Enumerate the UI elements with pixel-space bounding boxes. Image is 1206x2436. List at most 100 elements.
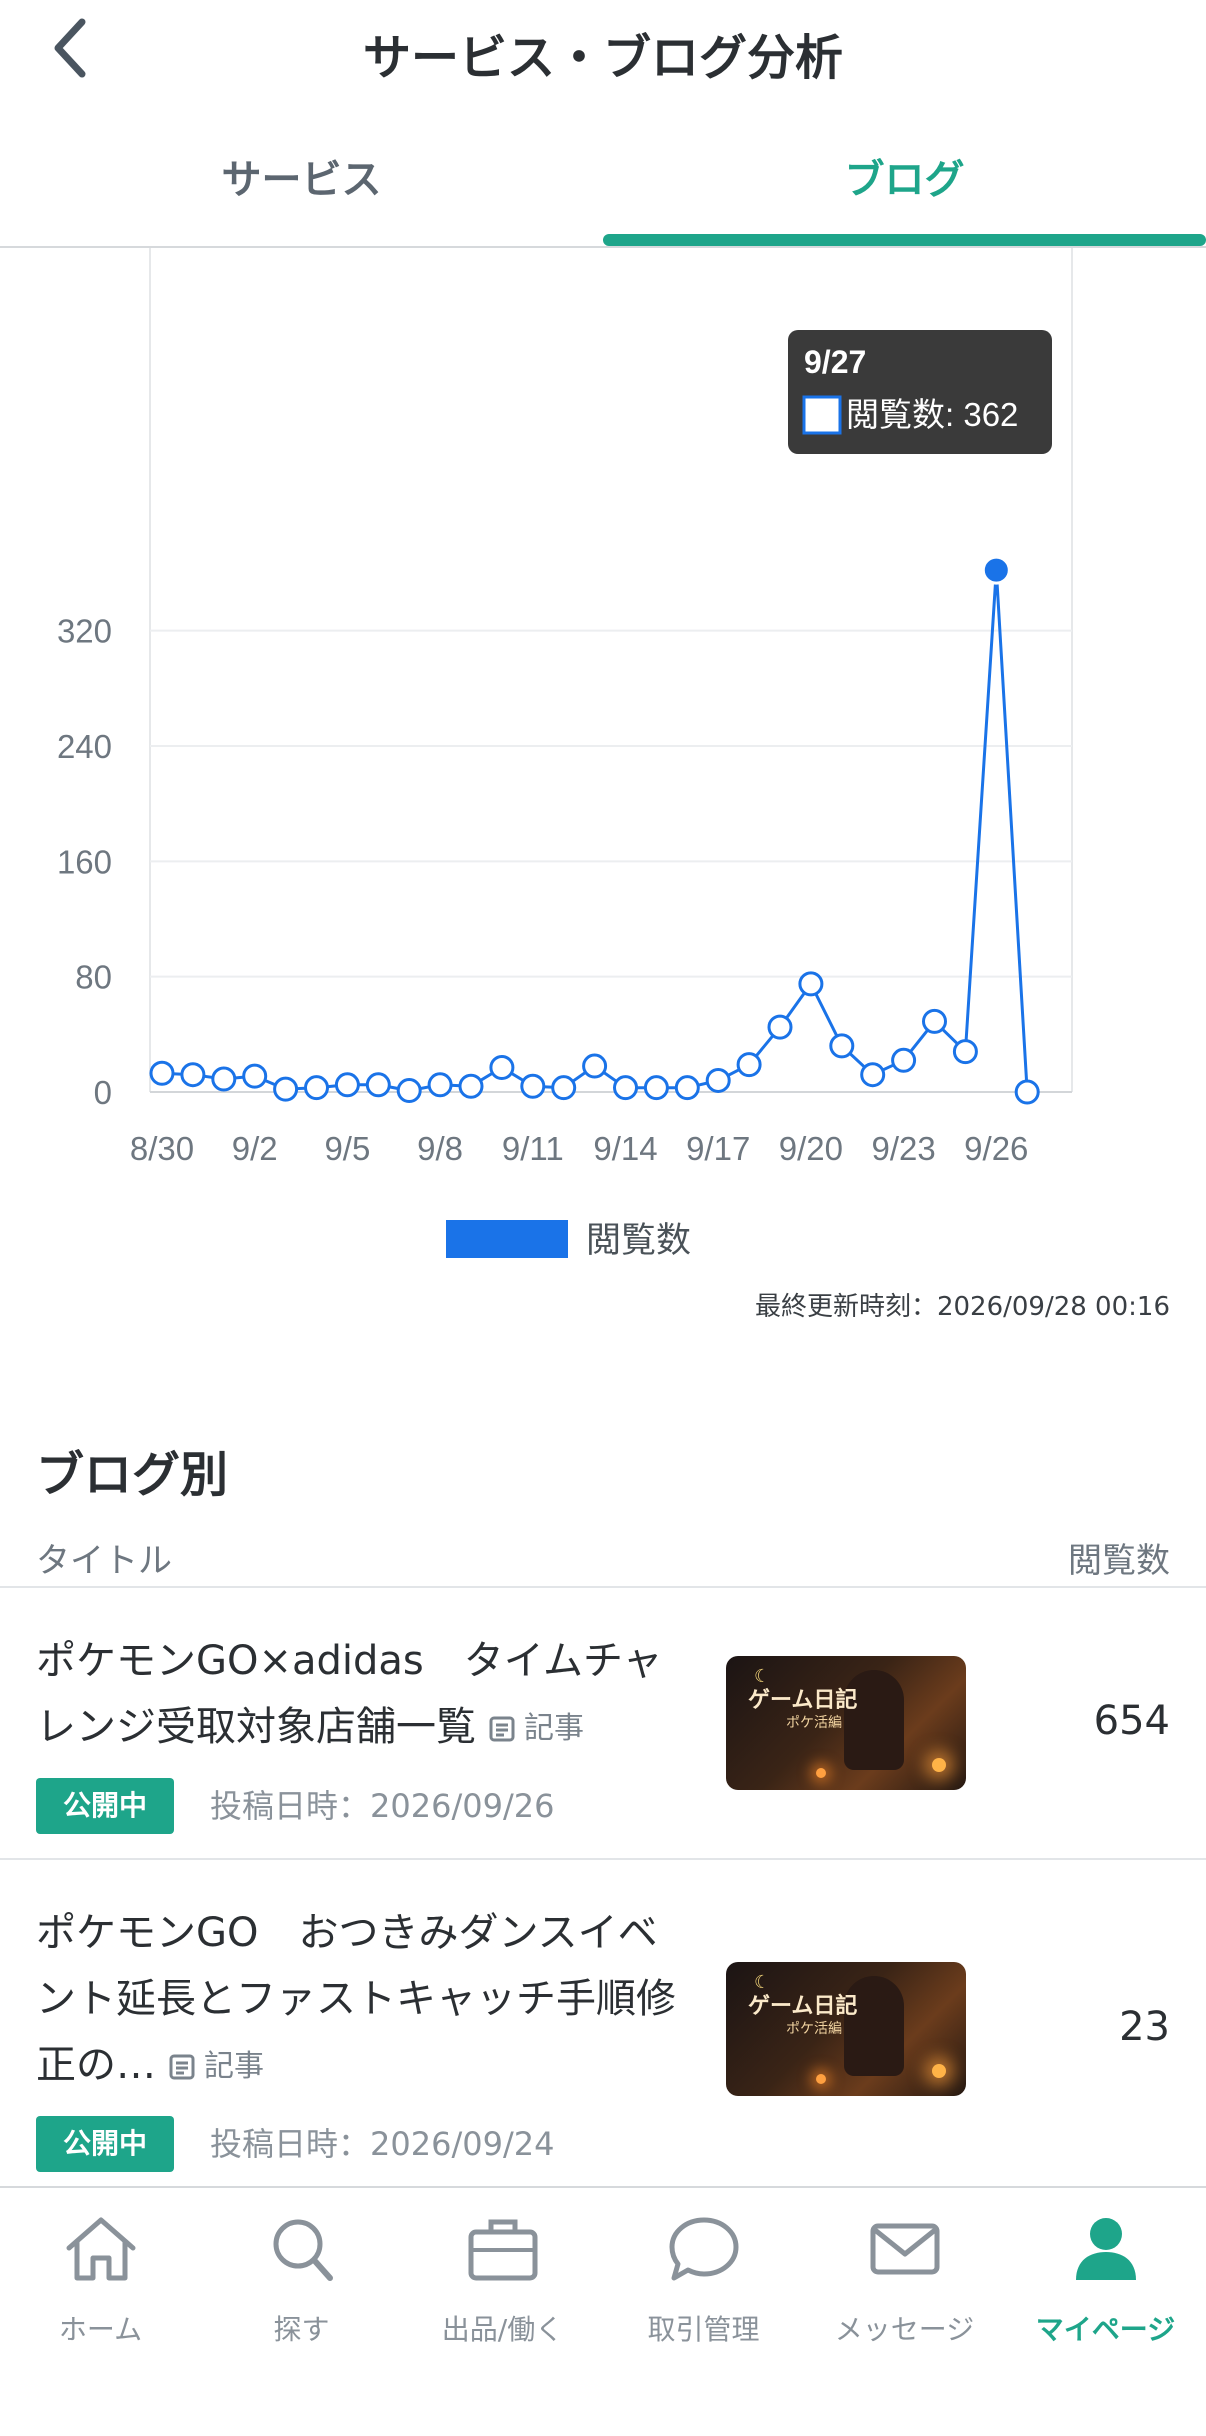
candle-light [816,2074,826,2084]
y-tick-label: 160 [57,843,112,880]
nav-home[interactable]: ホーム [0,2188,201,2378]
thumbnail-title: ゲーム日記 [748,1688,858,1713]
nav-messages[interactable]: メッセージ [804,2188,1005,2378]
nav-search[interactable]: 探す [201,2188,402,2378]
thumbnail-subtitle: ポケ活編 [786,1715,842,1731]
x-tick-label: 9/14 [593,1130,657,1167]
x-tick-label: 9/5 [324,1130,370,1167]
blog-title: ポケモンGO おつきみダンスイベント延長とファストキャッチ手順修正の… 記事 [36,1900,676,2100]
data-point [427,1072,453,1098]
data-point [767,1014,793,1040]
search-icon [273,2219,333,2281]
data-point [705,1067,731,1093]
x-tick-label: 9/26 [964,1130,1028,1167]
tooltip-date: 9/27 [804,344,866,380]
post-date: 投稿日時：2026/09/26 [210,1787,555,1825]
nav-label: マイページ [1035,2313,1176,2346]
page-title: サービス・ブログ分析 [362,30,843,86]
data-point [304,1075,329,1101]
legend-label: 閲覧数 [586,1221,691,1260]
candle-light [816,1768,826,1778]
data-point [582,1053,608,1079]
article-type: 記事 [488,1696,584,1762]
nav-label: 取引管理 [647,2313,760,2346]
nav-label: 探す [273,2313,330,2346]
mail-icon [870,2223,939,2275]
data-point [613,1075,638,1101]
view-count: 654 [1093,1698,1170,1744]
view-count: 23 [1119,2004,1170,2050]
tooltip-swatch [802,395,842,435]
data-point [1014,1079,1040,1105]
nav-label: メッセージ [834,2313,975,2346]
views-chart: 0 80 160 240 320 8/30 9/2 9/5 9/8 9/11 9/14 9/17 9/2… [0,248,1206,1298]
data-point [922,1008,947,1034]
table-row[interactable]: ポケモンGO おつきみダンスイベント延長とファストキャッチ手順修正の… 記事 公開… [0,1860,1206,2186]
data-point [520,1073,546,1099]
table-row[interactable]: ポケモンGO×adidas タイムチャレンジ受取対象店舗一覧 記事 公開中 投稿日… [0,1588,1206,1858]
bottom-nav: ホーム 探す 出品/働く 取引管理 メッセージ マイページ [0,2186,1206,2436]
chat-bubble-icon [669,2217,738,2281]
data-point [211,1066,237,1092]
data-point [551,1075,577,1101]
data-point [365,1072,391,1098]
data-point [273,1076,299,1102]
x-tick-label: 9/17 [686,1130,750,1167]
tab-blog[interactable]: ブログ [603,130,1206,246]
y-tick-label: 0 [94,1074,112,1111]
blog-title: ポケモンGO×adidas タイムチャレンジ受取対象店舗一覧 記事 [36,1628,676,1762]
section-title: ブログ別 [36,1447,229,1503]
data-point [674,1075,700,1101]
nav-mypage[interactable]: マイページ [1005,2188,1206,2378]
x-tick-label: 8/30 [130,1130,194,1167]
article-type: 記事 [168,2034,264,2100]
legend-swatch [446,1220,568,1258]
x-tick-label: 9/20 [779,1130,843,1167]
document-icon [489,1716,515,1742]
data-point [458,1073,484,1099]
nav-label: ホーム [58,2313,143,2346]
candle-light [932,1758,946,1772]
data-point [149,1060,175,1086]
y-tick-label: 320 [57,613,112,650]
blog-title-text: ポケモンGO おつきみダンスイベント延長とファストキャッチ手順修正の… [36,1910,676,2088]
data-point [829,1033,855,1059]
tab-service[interactable]: サービス [0,130,603,246]
x-tick-label: 9/2 [232,1130,278,1167]
status-badge: 公開中 [36,2116,174,2172]
data-point [891,1047,917,1073]
data-point [952,1039,978,1065]
thumbnail-title: ゲーム日記 [748,1994,858,2019]
tab-bar: サービス ブログ [0,130,1206,248]
column-header-title: タイトル [36,1541,172,1581]
last-updated: 最終更新時刻：2026/09/28 00:16 [754,1292,1170,1322]
thumbnail-subtitle: ポケ活編 [786,2021,842,2037]
line-chart: 0 80 160 240 320 8/30 9/2 9/5 9/8 9/11 9/14 9/17 9/2… [57,248,1073,1260]
candle-light [932,2064,946,2078]
data-point [643,1075,669,1101]
post-date: 投稿日時：2026/09/24 [210,2125,555,2163]
blog-thumbnail: ☾ ゲーム日記 ポケ活編 [726,1656,966,1790]
y-tick-label: 240 [57,728,112,765]
data-point [736,1052,762,1078]
data-point [242,1063,268,1089]
data-point [334,1072,360,1098]
tooltip-value: 閲覧数: 362 [846,396,1018,433]
nav-label: 出品/働く [441,2313,564,2346]
nav-transactions[interactable]: 取引管理 [603,2188,804,2378]
header: サービス・ブログ分析 [0,0,1206,100]
data-point [396,1078,422,1104]
column-header-views: 閲覧数 [1068,1541,1170,1581]
x-tick-label: 9/11 [502,1130,564,1167]
document-icon [169,2054,195,2080]
active-tab-indicator [603,234,1206,246]
home-icon [66,2217,135,2281]
data-point [860,1062,886,1088]
data-point-active [981,555,1011,585]
y-tick-label: 80 [75,959,112,996]
data-point [798,971,824,997]
nav-sell-work[interactable]: 出品/働く [402,2188,603,2378]
blog-thumbnail: ☾ ゲーム日記 ポケ活編 [726,1962,966,2096]
data-point [180,1062,206,1088]
series-line [161,568,1029,1093]
